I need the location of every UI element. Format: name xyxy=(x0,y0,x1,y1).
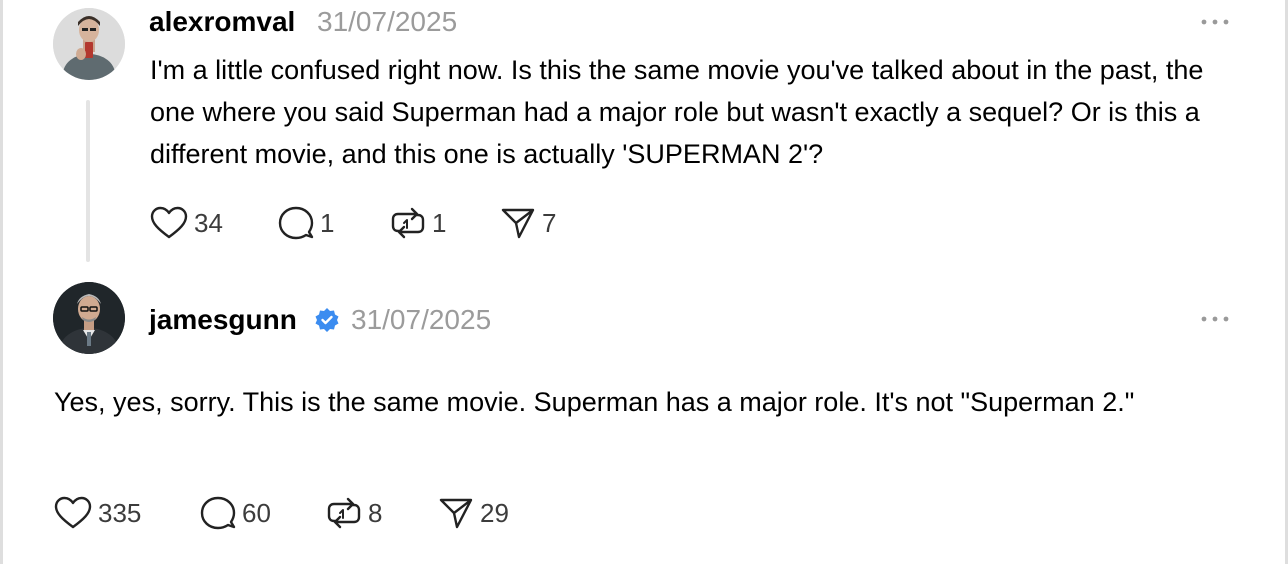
left-border xyxy=(0,0,3,564)
repost-count: 1 xyxy=(432,207,447,238)
post-actions: 335 60 8 29 xyxy=(54,493,509,533)
username[interactable]: alexromval xyxy=(149,6,295,38)
heart-icon xyxy=(54,496,92,530)
like-button[interactable]: 34 xyxy=(150,206,278,240)
reply-button[interactable]: 60 xyxy=(200,495,326,531)
avatar-jamesgunn[interactable] xyxy=(53,282,125,354)
comment-bubble-icon xyxy=(278,205,314,241)
thread-line xyxy=(86,100,90,262)
repost-icon xyxy=(326,495,362,531)
share-button[interactable]: 29 xyxy=(438,495,509,531)
share-count: 7 xyxy=(542,207,557,238)
post-actions: 34 1 1 7 xyxy=(150,203,556,243)
post-text: Yes, yes, sorry. This is the same movie.… xyxy=(54,387,1135,417)
send-icon xyxy=(500,205,536,241)
more-dots-icon[interactable] xyxy=(1200,17,1230,27)
comment-bubble-icon xyxy=(200,495,236,531)
username[interactable]: jamesgunn xyxy=(149,304,297,336)
reply-button[interactable]: 1 xyxy=(278,205,390,241)
verified-badge-icon xyxy=(315,308,339,332)
post-text: I'm a little confused right now. Is this… xyxy=(150,55,1204,169)
post-date: 31/07/2025 xyxy=(351,304,492,335)
reply-count: 60 xyxy=(242,497,271,528)
repost-button[interactable]: 1 xyxy=(390,205,500,241)
more-dots-icon[interactable] xyxy=(1200,314,1230,324)
like-count: 34 xyxy=(194,207,223,238)
repost-icon xyxy=(390,205,426,241)
repost-button[interactable]: 8 xyxy=(326,495,438,531)
share-button[interactable]: 7 xyxy=(500,205,556,241)
repost-count: 8 xyxy=(368,497,383,528)
like-count: 335 xyxy=(98,497,142,528)
heart-icon xyxy=(150,206,188,240)
share-count: 29 xyxy=(480,497,509,528)
post-date: 31/07/2025 xyxy=(317,6,458,37)
send-icon xyxy=(438,495,474,531)
like-button[interactable]: 335 xyxy=(54,496,200,530)
avatar-alexromval[interactable] xyxy=(53,8,125,80)
reply-count: 1 xyxy=(320,207,335,238)
